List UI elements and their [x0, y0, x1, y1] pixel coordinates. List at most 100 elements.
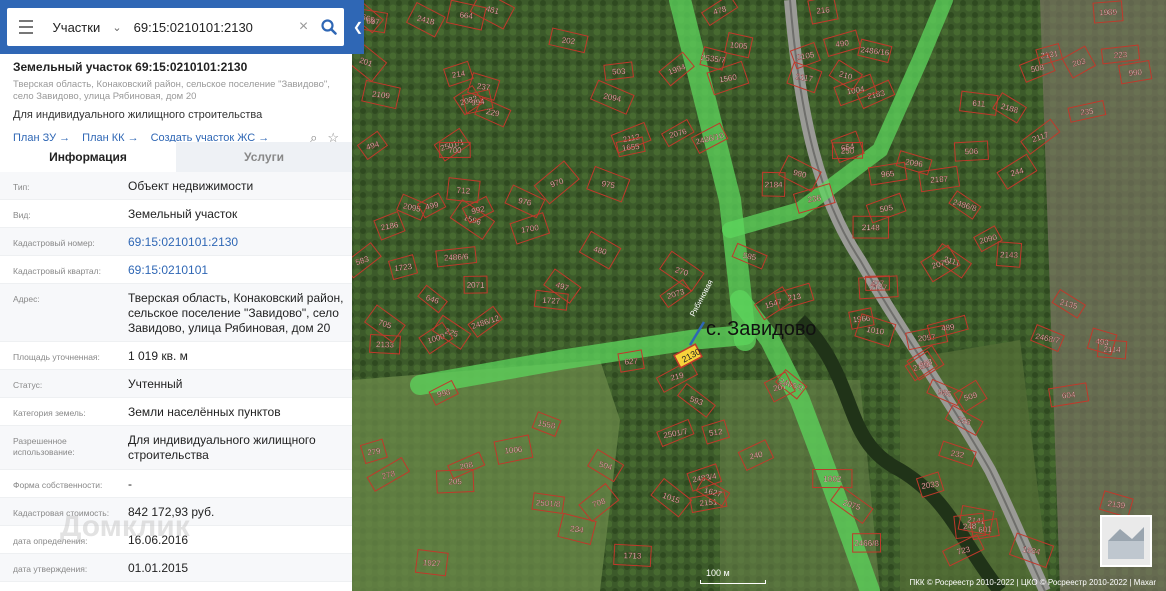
menu-icon[interactable] — [7, 8, 45, 46]
parcel-number: 1727 — [542, 296, 561, 306]
info-row: Вид: Земельный участок — [0, 200, 352, 228]
parcel-use: Для индивидуального жилищного строительс… — [13, 109, 263, 121]
parcel-number: 250 — [841, 146, 855, 155]
collapse-panel-button[interactable]: ❮ — [352, 0, 364, 54]
parcel-number: 503 — [612, 67, 626, 77]
clear-icon[interactable]: × — [293, 18, 315, 36]
settlement-label: с. Завидово — [706, 318, 817, 340]
parcel-number: 611 — [972, 99, 986, 109]
parcel-number: 506 — [965, 147, 979, 156]
chevron-left-icon: ❮ — [352, 20, 364, 34]
info-label: дата утверждения: — [13, 564, 88, 574]
info-label: Разрешенное использование: — [13, 436, 75, 457]
parcel-number: 205 — [448, 477, 462, 486]
parcel-number: 1927 — [423, 558, 442, 568]
parcel-number: 627 — [624, 356, 639, 366]
basemap-switcher[interactable] — [1100, 515, 1152, 567]
parcel-number: 2486/6 — [444, 252, 469, 262]
parcel-number: 2143 — [1000, 250, 1019, 260]
info-value: Для индивидуального жилищного строительс… — [128, 433, 316, 462]
parcel-number: 216 — [816, 5, 831, 15]
parcel-number: 2097 — [917, 332, 936, 343]
info-value: 842 172,93 руб. — [128, 505, 215, 519]
parcel-number: 2466/8 — [854, 539, 879, 548]
parcel-number: 712 — [456, 186, 470, 196]
parcel-number: 2187 — [930, 174, 949, 184]
info-label: Вид: — [13, 210, 31, 220]
tab-information[interactable]: Информация — [0, 142, 176, 172]
search-button[interactable] — [314, 8, 344, 46]
parcel-number: 965 — [881, 169, 896, 179]
info-label: Площадь уточненная: — [13, 352, 100, 362]
info-row: дата определения: 16.06.2016 — [0, 526, 352, 554]
parcel-number: 489 — [941, 322, 956, 333]
info-label: Категория земель: — [13, 408, 86, 418]
parcel-number: 2151 — [699, 497, 718, 508]
info-row: Адрес: Тверская область, Конаковский райо… — [0, 284, 352, 342]
parcel-number: 202 — [561, 36, 576, 47]
info-value: Объект недвижимости — [128, 179, 254, 193]
layer-select[interactable]: Участки ⌄ — [45, 8, 128, 46]
parcel-number: 1006 — [504, 445, 523, 456]
parcel-header: Земельный участок 69:15:0210101:2130 Тве… — [0, 54, 352, 146]
parcel-number: 664 — [459, 10, 474, 20]
parcel-number: 490 — [835, 38, 850, 49]
info-table: Тип: Объект недвижимости Вид: Земельный уча… — [0, 172, 352, 582]
info-row: Форма собственности: - — [0, 470, 352, 498]
info-value: 16.06.2016 — [128, 533, 189, 547]
info-value: 1 019 кв. м — [128, 349, 188, 363]
info-row: Кадастровый квартал: 69:15:0210101 — [0, 256, 352, 284]
info-row: Кадастровый номер: 69:15:0210101:2130 — [0, 228, 352, 256]
info-value-link[interactable]: 69:15:0210101 — [128, 256, 344, 283]
info-row: Кадастровая стоимость: 842 172,93 руб. — [0, 498, 352, 526]
search-icon — [321, 19, 337, 35]
tabs: Информация Услуги — [0, 142, 352, 172]
info-row: Категория земель: Земли населённых пункто… — [0, 398, 352, 426]
info-row: дата утверждения: 01.01.2015 — [0, 554, 352, 582]
search-input[interactable] — [127, 8, 293, 46]
info-label: Тип: — [13, 182, 30, 192]
info-label: Статус: — [13, 380, 43, 390]
parcel-number: 2501/8 — [536, 498, 562, 509]
info-value: Земли населённых пунктов — [128, 405, 281, 419]
scale-bar — [700, 580, 766, 584]
parcel-title: Земельный участок 69:15:0210101:2130 — [13, 60, 248, 74]
info-value: - — [128, 477, 132, 491]
parcel-number: 1002 — [823, 475, 841, 484]
map-attribution: ПКК © Росреестр 2010-2022 | ЦКО © Росрее… — [909, 578, 1156, 587]
parcel-number: 2071 — [467, 281, 485, 290]
info-value: Земельный участок — [128, 207, 238, 221]
parcel-number: 1655 — [621, 142, 640, 153]
info-label: Кадастровая стоимость: — [13, 508, 110, 518]
info-label: Кадастровый номер: — [13, 238, 95, 248]
parcel-number: 2184 — [765, 180, 783, 189]
info-label: Кадастровый квартал: — [13, 266, 101, 276]
parcel-number: 2148 — [862, 223, 880, 232]
parcel-number: 235 — [1080, 107, 1095, 117]
info-panel: Участки ⌄ × Земельный участок 69:15:0210… — [0, 0, 352, 591]
tab-services[interactable]: Услуги — [176, 142, 352, 172]
parcel-address: Тверская область, Конаковский район, сел… — [13, 79, 330, 102]
parcel-number: 700 — [448, 146, 462, 155]
parcel-number: 990 — [1128, 68, 1143, 78]
parcel-number: 1713 — [623, 551, 642, 561]
info-row: Статус: Учтенный — [0, 370, 352, 398]
info-row: Площадь уточненная: 1 019 кв. м — [0, 342, 352, 370]
search-bar: Участки ⌄ × — [0, 0, 352, 54]
parcel-number: 223 — [1114, 50, 1128, 60]
info-value: 01.01.2015 — [128, 561, 189, 575]
info-label: Форма собственности: — [13, 480, 103, 490]
search-box: Участки ⌄ × — [7, 8, 344, 46]
parcel-number: 234 — [570, 524, 585, 535]
info-value: Тверская область, Конаковский район, сел… — [128, 291, 344, 335]
info-row: Тип: Объект недвижимости — [0, 172, 352, 200]
info-label: дата определения: — [13, 536, 88, 546]
info-value-link[interactable]: 69:15:0210101:2130 — [128, 228, 344, 255]
parcel-number: 604 — [1062, 390, 1077, 400]
info-label: Адрес: — [13, 294, 40, 304]
map-layers-icon — [1108, 527, 1144, 559]
info-row: Разрешенное использование: Для индивидуал… — [0, 426, 352, 470]
scale-label: 100 м — [706, 568, 730, 578]
chevron-down-icon: ⌄ — [112, 21, 122, 34]
info-value: Учтенный — [128, 377, 183, 391]
